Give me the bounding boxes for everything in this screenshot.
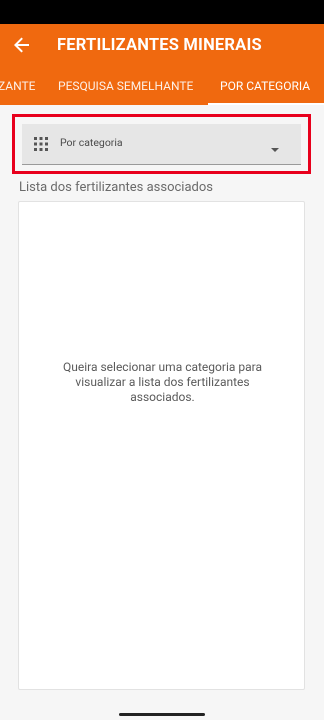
page-title: FERTILIZANTES MINERAIS [57, 36, 262, 55]
arrow-left-icon [14, 37, 29, 53]
category-dropdown[interactable]: Por categoria [22, 124, 301, 165]
empty-state-message: Queira selecionar uma categoria para vis… [62, 360, 262, 404]
app-bar: FERTILIZANTES MINERAIS [0, 24, 324, 67]
tab-fertilizante[interactable]: ZANTE [0, 67, 35, 105]
apps-grid-icon [34, 137, 48, 151]
list-heading: Lista dos fertilizantes associados [19, 180, 213, 195]
fertilizer-list-panel: Queira selecionar uma categoria para vis… [18, 201, 305, 690]
tab-por-categoria[interactable]: POR CATEGORIA [220, 67, 310, 105]
tab-pesquisa-semelhante[interactable]: PESQUISA SEMELHANTE [58, 67, 193, 105]
screen: FERTILIZANTES MINERAIS ZANTE PESQUISA SE… [0, 0, 324, 720]
back-button[interactable] [10, 33, 34, 57]
tab-indicator [208, 103, 324, 105]
chevron-down-icon [271, 148, 279, 152]
home-indicator[interactable] [119, 713, 205, 716]
dropdown-placeholder: Por categoria [60, 136, 123, 149]
status-bar [0, 0, 324, 24]
navigation-bar [0, 700, 324, 720]
tab-bar: ZANTE PESQUISA SEMELHANTE POR CATEGORIA [0, 67, 324, 105]
